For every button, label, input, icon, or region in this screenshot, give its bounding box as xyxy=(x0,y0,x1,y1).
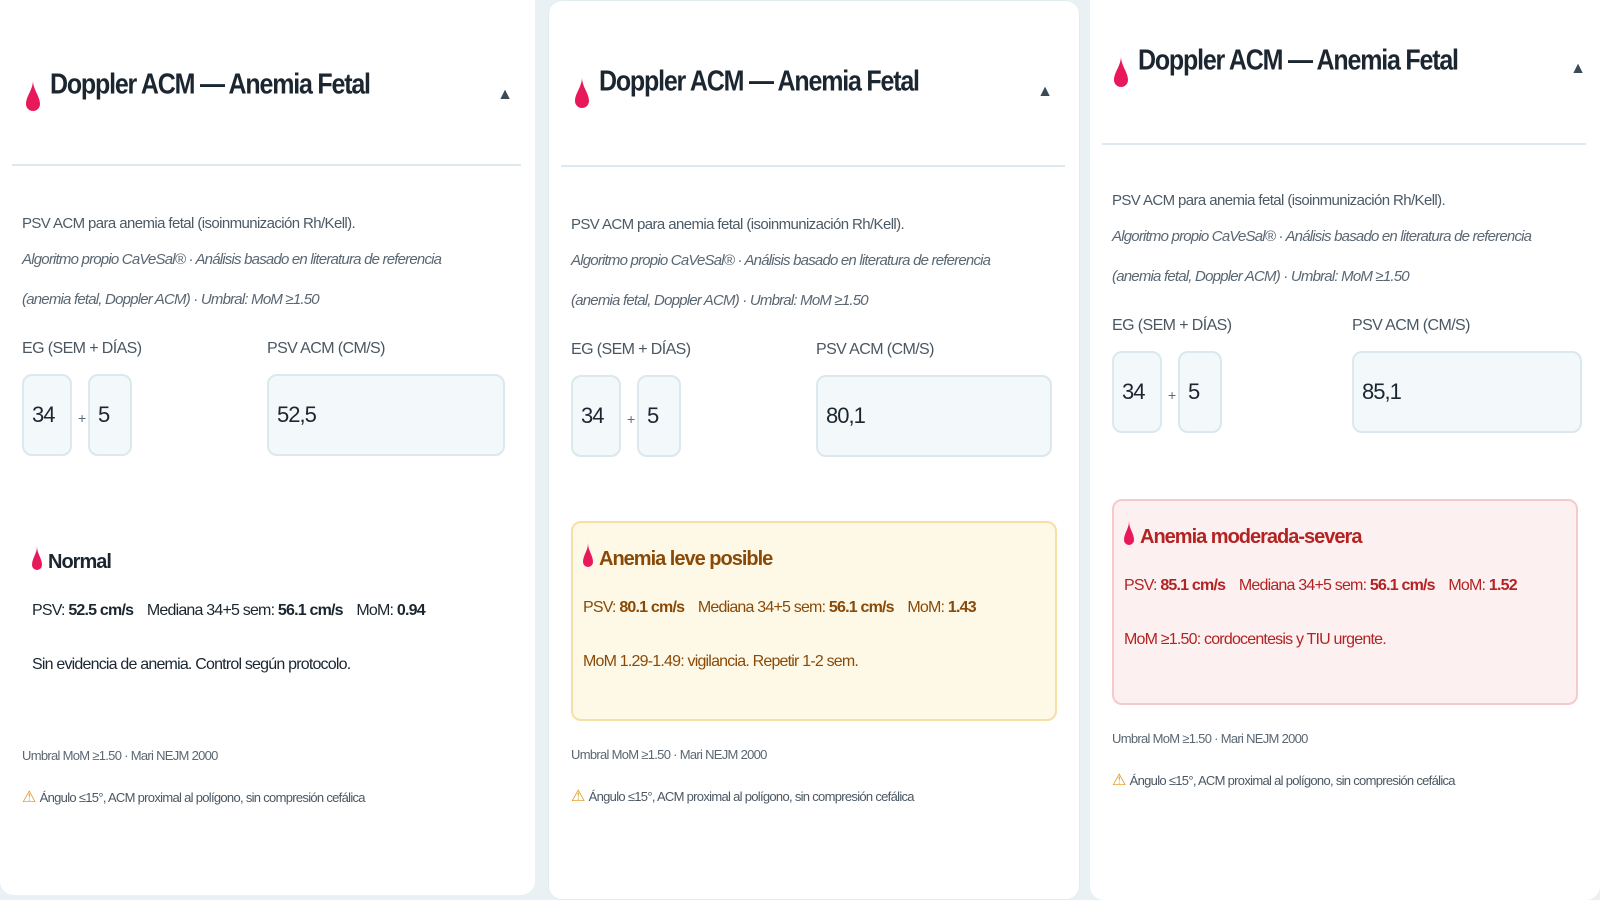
result-box: Normal PSV: 52.5 cm/s Mediana 34+5 sem: … xyxy=(22,526,513,716)
warning-note: ⚠ Ángulo ≤15°, ACM proximal al polígono,… xyxy=(571,786,1057,806)
algorithm-note: Algoritmo propio CaVeSal® · Análisis bas… xyxy=(22,251,442,308)
drop-icon xyxy=(26,80,40,119)
reference-footer: Umbral MoM ≥1.50 · Mari NEJM 2000 xyxy=(1112,731,1308,746)
psv-value: 52.5 cm/s xyxy=(68,602,134,619)
calculator-card-mild: Doppler ACM — Anemia Fetal ▲ PSV ACM par… xyxy=(548,0,1080,900)
result-message: Sin evidencia de anemia. Control según p… xyxy=(32,656,351,673)
warning-icon: ⚠ xyxy=(571,788,585,805)
warning-icon: ⚠ xyxy=(22,789,36,806)
description: PSV ACM para anemia fetal (isoinmunizaci… xyxy=(1112,192,1446,209)
calculator-card-severe: Doppler ACM — Anemia Fetal ▲ PSV ACM par… xyxy=(1090,0,1600,900)
psv-value: 85.1 cm/s xyxy=(1160,577,1226,594)
result-values: PSV: 52.5 cm/s Mediana 34+5 sem: 56.1 cm… xyxy=(32,602,426,619)
warning-text: Ángulo ≤15°, ACM proximal al polígono, s… xyxy=(588,788,915,804)
eg-label: EG (sem + días) xyxy=(1112,317,1232,334)
drop-icon xyxy=(575,77,589,116)
divider xyxy=(561,165,1065,167)
collapse-icon[interactable]: ▲ xyxy=(497,86,513,104)
days-input[interactable]: 5 xyxy=(88,374,132,456)
result-box: Anemia moderada-severa PSV: 85.1 cm/s Me… xyxy=(1112,499,1578,705)
drop-icon xyxy=(32,546,42,578)
algorithm-note: Algoritmo propio CaVeSal® · Análisis bas… xyxy=(1112,228,1532,285)
divider xyxy=(12,164,521,166)
warning-icon: ⚠ xyxy=(1112,772,1126,789)
psv-input[interactable]: 85,1 xyxy=(1352,351,1582,433)
warning-note: ⚠ Ángulo ≤15°, ACM proximal al polígono,… xyxy=(1112,770,1578,790)
warning-note: ⚠ Ángulo ≤15°, ACM proximal al polígono,… xyxy=(22,787,513,807)
weeks-input[interactable]: 34 xyxy=(1112,351,1162,433)
median-value: 56.1 cm/s xyxy=(1369,577,1436,594)
description: PSV ACM para anemia fetal (isoinmunizaci… xyxy=(571,216,905,233)
card-header[interactable]: Doppler ACM — Anemia Fetal ▲ xyxy=(1090,0,1600,145)
eg-label: EG (sem + días) xyxy=(22,340,142,357)
result-message: MoM ≥1.50: cordocentesis y TIU urgente. xyxy=(1124,631,1387,648)
result-values: PSV: 80.1 cm/s Mediana 34+5 sem: 56.1 cm… xyxy=(583,599,977,616)
result-title: Anemia leve posible xyxy=(599,547,773,570)
psv-value: 80.1 cm/s xyxy=(619,599,685,616)
panels: Doppler ACM — Anemia Fetal ▲ PSV ACM par… xyxy=(0,0,1600,900)
warning-text: Ángulo ≤15°, ACM proximal al polígono, s… xyxy=(1129,772,1456,788)
reference-footer: Umbral MoM ≥1.50 · Mari NEJM 2000 xyxy=(22,748,218,763)
collapse-icon[interactable]: ▲ xyxy=(1037,83,1053,101)
mom-value: 1.43 xyxy=(947,599,977,616)
card-title: Doppler ACM — Anemia Fetal xyxy=(50,68,371,101)
psv-input[interactable]: 80,1 xyxy=(816,375,1052,457)
psv-label: PSV ACM (cm/s) xyxy=(267,340,385,357)
input-fields: EG (sem + días) 34 + 5 PSV ACM (cm/s) 85… xyxy=(1112,317,1582,457)
input-fields: EG (sem + días) 34 + 5 PSV ACM (cm/s) 52… xyxy=(22,340,513,480)
drop-icon xyxy=(1114,56,1128,95)
plus-sign: + xyxy=(627,411,636,427)
median-value: 56.1 cm/s xyxy=(277,602,344,619)
drop-icon xyxy=(583,543,593,575)
collapse-icon[interactable]: ▲ xyxy=(1570,60,1586,78)
card-header[interactable]: Doppler ACM — Anemia Fetal ▲ xyxy=(549,1,1079,167)
drop-icon xyxy=(1124,521,1134,553)
psv-input[interactable]: 52,5 xyxy=(267,374,505,456)
result-title: Anemia moderada-severa xyxy=(1140,525,1362,548)
mom-value: 1.52 xyxy=(1488,577,1518,594)
card-title: Doppler ACM — Anemia Fetal xyxy=(599,65,920,98)
weeks-input[interactable]: 34 xyxy=(571,375,621,457)
plus-sign: + xyxy=(1168,387,1177,403)
days-input[interactable]: 5 xyxy=(1178,351,1222,433)
result-box: Anemia leve posible PSV: 80.1 cm/s Media… xyxy=(571,521,1057,721)
plus-sign: + xyxy=(78,410,87,426)
psv-label: PSV ACM (cm/s) xyxy=(1352,317,1470,334)
card-header[interactable]: Doppler ACM — Anemia Fetal ▲ xyxy=(0,0,535,166)
days-input[interactable]: 5 xyxy=(637,375,681,457)
psv-label: PSV ACM (cm/s) xyxy=(816,341,934,358)
result-title: Normal xyxy=(48,550,112,573)
result-values: PSV: 85.1 cm/s Mediana 34+5 sem: 56.1 cm… xyxy=(1124,577,1518,594)
eg-label: EG (sem + días) xyxy=(571,341,691,358)
calculator-card-normal: Doppler ACM — Anemia Fetal ▲ PSV ACM par… xyxy=(0,0,535,895)
algorithm-note: Algoritmo propio CaVeSal® · Análisis bas… xyxy=(571,252,991,309)
input-fields: EG (sem + días) 34 + 5 PSV ACM (cm/s) 80… xyxy=(571,341,1057,481)
result-message: MoM 1.29-1.49: vigilancia. Repetir 1-2 s… xyxy=(583,653,859,670)
warning-text: Ángulo ≤15°, ACM proximal al polígono, s… xyxy=(39,789,366,805)
reference-footer: Umbral MoM ≥1.50 · Mari NEJM 2000 xyxy=(571,747,767,762)
card-title: Doppler ACM — Anemia Fetal xyxy=(1138,44,1459,77)
weeks-input[interactable]: 34 xyxy=(22,374,72,456)
description: PSV ACM para anemia fetal (isoinmunizaci… xyxy=(22,215,356,232)
mom-value: 0.94 xyxy=(396,602,426,619)
median-value: 56.1 cm/s xyxy=(828,599,895,616)
divider xyxy=(1102,143,1586,145)
